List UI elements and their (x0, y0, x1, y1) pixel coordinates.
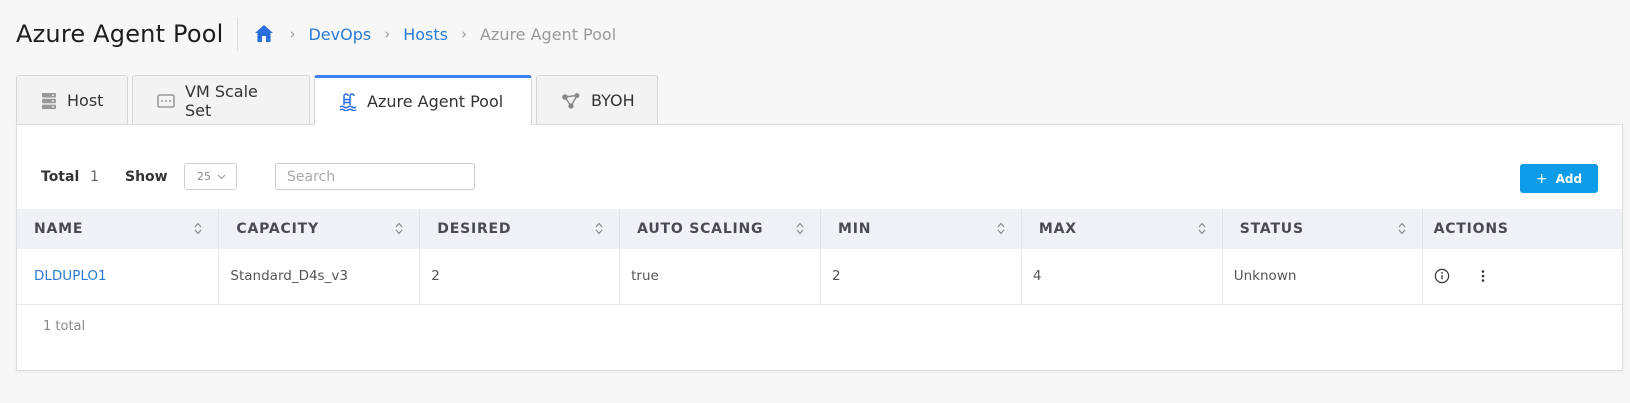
sort-icon[interactable] (1198, 222, 1206, 235)
page-header: Azure Agent Pool › DevOps › Hosts › Azur… (16, 14, 616, 54)
sort-icon[interactable] (194, 222, 202, 235)
cell-max: 4 (1021, 249, 1223, 304)
total-count: 1 (90, 169, 99, 185)
tab-vm-scale-set-label: VM Scale Set (185, 81, 258, 120)
tab-host[interactable]: Host (16, 75, 128, 125)
table-toolbar: Total 1 Show 25 + Add (17, 163, 1622, 193)
add-button[interactable]: + Add (1520, 164, 1598, 193)
cell-status: Unknown (1222, 249, 1423, 304)
chevron-right-icon: › (384, 25, 391, 43)
byoh-icon (561, 92, 581, 110)
tab-azure-agent-pool[interactable]: Azure Agent Pool (314, 75, 532, 125)
tab-byoh-label: BYOH (591, 91, 635, 110)
chevron-down-icon (217, 174, 226, 180)
tab-byoh[interactable]: BYOH (536, 75, 658, 125)
column-header-max[interactable]: MAX (1021, 209, 1223, 249)
agent-pool-table: NAME CAPACITY DESIRED AUTO SCALING MIN M… (17, 209, 1622, 305)
cell-name: DLDUPLO1 (17, 249, 220, 304)
page-size-select[interactable]: 25 (184, 163, 237, 190)
sort-icon[interactable] (997, 222, 1005, 235)
breadcrumb-hosts[interactable]: Hosts (403, 25, 448, 44)
home-icon[interactable] (254, 24, 276, 44)
cell-desired: 2 (419, 249, 621, 304)
cell-min: 2 (820, 249, 1022, 304)
table-header-row: NAME CAPACITY DESIRED AUTO SCALING MIN M… (17, 209, 1622, 249)
tab-host-label: Host (67, 91, 104, 110)
more-vertical-icon[interactable] (1480, 269, 1486, 283)
column-header-status[interactable]: STATUS (1222, 209, 1423, 249)
page-size-value: 25 (197, 170, 211, 183)
sort-icon[interactable] (395, 222, 403, 235)
tab-bar: Host VM Scale Set Azure Agent Pool BYOH (16, 75, 662, 125)
cell-actions (1422, 249, 1622, 304)
plus-icon: + (1535, 170, 1548, 187)
agent-pool-icon (339, 92, 357, 111)
column-header-name[interactable]: NAME (17, 209, 220, 249)
content-panel: Total 1 Show 25 + Add NAME CAPACITY DESI… (16, 124, 1623, 371)
server-icon (41, 92, 57, 110)
chevron-right-icon: › (460, 25, 467, 43)
column-header-capacity[interactable]: CAPACITY (218, 209, 421, 249)
sort-icon[interactable] (595, 222, 603, 235)
add-button-label: Add (1555, 171, 1583, 186)
footer-total: 1 total (43, 319, 86, 334)
chevron-right-icon: › (289, 25, 296, 43)
search-input[interactable] (275, 163, 475, 190)
sort-icon[interactable] (796, 222, 804, 235)
breadcrumb: › DevOps › Hosts › Azure Agent Pool (252, 24, 616, 44)
table-row: DLDUPLO1 Standard_D4s_v3 2 true 2 4 Unkn… (17, 249, 1622, 304)
page-title: Azure Agent Pool (16, 20, 224, 48)
breadcrumb-current: Azure Agent Pool (479, 24, 617, 44)
column-header-desired[interactable]: DESIRED (419, 209, 621, 249)
vm-scale-set-icon (157, 93, 175, 108)
info-icon[interactable] (1434, 268, 1450, 284)
tab-vm-scale-set[interactable]: VM Scale Set (132, 75, 310, 125)
cell-capacity: Standard_D4s_v3 (218, 249, 421, 304)
tab-azure-agent-pool-label: Azure Agent Pool (367, 92, 504, 111)
cell-auto-scaling: true (619, 249, 821, 304)
show-label: Show (125, 169, 168, 185)
total-label: Total (41, 169, 80, 185)
pool-name-link[interactable]: DLDUPLO1 (34, 268, 107, 284)
breadcrumb-devops[interactable]: DevOps (308, 25, 371, 44)
column-header-actions: ACTIONS (1433, 221, 1509, 237)
column-header-auto-scaling[interactable]: AUTO SCALING (619, 209, 821, 249)
column-header-min[interactable]: MIN (820, 209, 1022, 249)
sort-icon[interactable] (1398, 222, 1406, 235)
header-divider (237, 17, 239, 51)
